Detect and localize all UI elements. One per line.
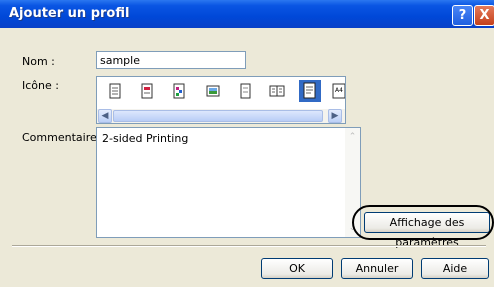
document-selected-icon[interactable] xyxy=(299,80,321,102)
picture-icon[interactable] xyxy=(205,83,221,99)
a4-icon[interactable]: A4 xyxy=(331,83,346,99)
cancel-button[interactable]: Annuler xyxy=(341,258,413,279)
ok-button[interactable]: OK xyxy=(261,258,333,279)
svg-text:A4: A4 xyxy=(335,87,343,94)
icon-label: Icône : xyxy=(22,79,59,92)
add-profile-dialog: Ajouter un profil ? X Nom : sample Icône… xyxy=(0,0,494,287)
document-red-icon[interactable] xyxy=(139,83,155,99)
name-label: Nom : xyxy=(22,55,55,68)
title-close-button[interactable]: X xyxy=(474,5,494,26)
document-multi-icon[interactable] xyxy=(269,83,285,99)
highlight-ellipse xyxy=(352,205,494,240)
title-bar: Ajouter un profil ? X xyxy=(0,0,494,28)
comment-label: Commentaire : xyxy=(22,131,104,144)
document-plain-icon[interactable] xyxy=(237,83,253,99)
scroll-up-icon[interactable]: ⌃ xyxy=(346,130,359,144)
name-input[interactable]: sample xyxy=(96,51,246,69)
separator xyxy=(12,245,486,247)
icon-list[interactable]: A4 ◀ ▶ xyxy=(96,76,346,124)
comment-text: 2-sided Printing xyxy=(102,132,189,145)
title-help-button[interactable]: ? xyxy=(452,5,473,26)
document-icon[interactable] xyxy=(107,83,123,99)
icon-list-scrollbar[interactable]: ◀ ▶ xyxy=(97,109,345,123)
scroll-right-icon[interactable]: ▶ xyxy=(328,109,342,123)
help-button[interactable]: Aide xyxy=(421,258,489,279)
scroll-thumb[interactable] xyxy=(113,110,323,122)
scroll-left-icon[interactable]: ◀ xyxy=(98,109,112,123)
dialog-title: Ajouter un profil xyxy=(9,6,130,21)
document-color-icon[interactable] xyxy=(171,83,187,99)
comment-textarea[interactable]: 2-sided Printing ⌃ ⌄ xyxy=(96,127,361,238)
